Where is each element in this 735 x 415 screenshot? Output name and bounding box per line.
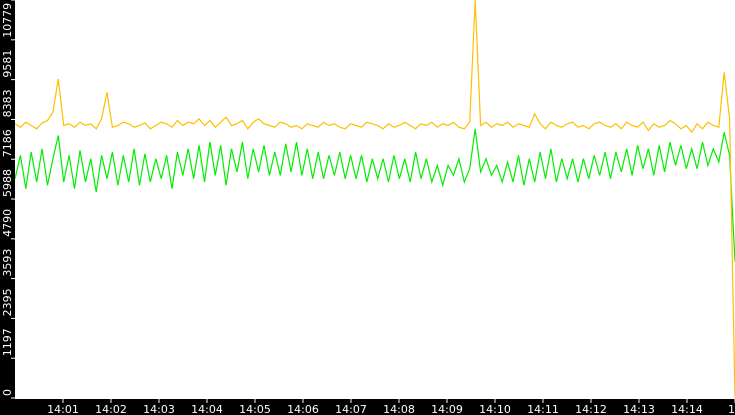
x-tick-label: 14:04 xyxy=(191,403,223,415)
y-tick-label: 9581 xyxy=(1,50,14,78)
x-tick-label: 14:12 xyxy=(575,403,607,415)
x-tick-label: 14:14 xyxy=(671,403,703,415)
x-tick-label: 14:05 xyxy=(239,403,271,415)
chart-background xyxy=(0,0,735,415)
line-chart: 0119723953593479059887186838395811077911… xyxy=(0,0,735,415)
x-tick-label: 14 xyxy=(728,403,735,415)
y-tick-label: 0 xyxy=(1,389,14,396)
y-tick-label: 2395 xyxy=(1,288,14,316)
y-tick-label: 7186 xyxy=(1,129,14,157)
x-tick-label: 14:09 xyxy=(431,403,463,415)
x-tick-label: 14:11 xyxy=(527,403,559,415)
x-tick-label: 14:02 xyxy=(95,403,127,415)
x-tick-label: 14:03 xyxy=(143,403,175,415)
x-tick-label: 14:06 xyxy=(287,403,319,415)
y-tick-label: 1197 xyxy=(1,328,14,356)
y-tick-label: 10779 xyxy=(1,3,14,38)
x-tick-label: 14:01 xyxy=(47,403,79,415)
x-tick-label: 14:07 xyxy=(335,403,367,415)
y-tick-label: 4790 xyxy=(1,209,14,237)
y-tick-label: 3593 xyxy=(1,249,14,277)
y-tick-label: 8383 xyxy=(1,89,14,117)
x-tick-label: 14:13 xyxy=(623,403,655,415)
x-tick-label: 14:08 xyxy=(383,403,415,415)
y-tick-label: 5988 xyxy=(1,169,14,197)
x-tick-label: 14:10 xyxy=(479,403,511,415)
